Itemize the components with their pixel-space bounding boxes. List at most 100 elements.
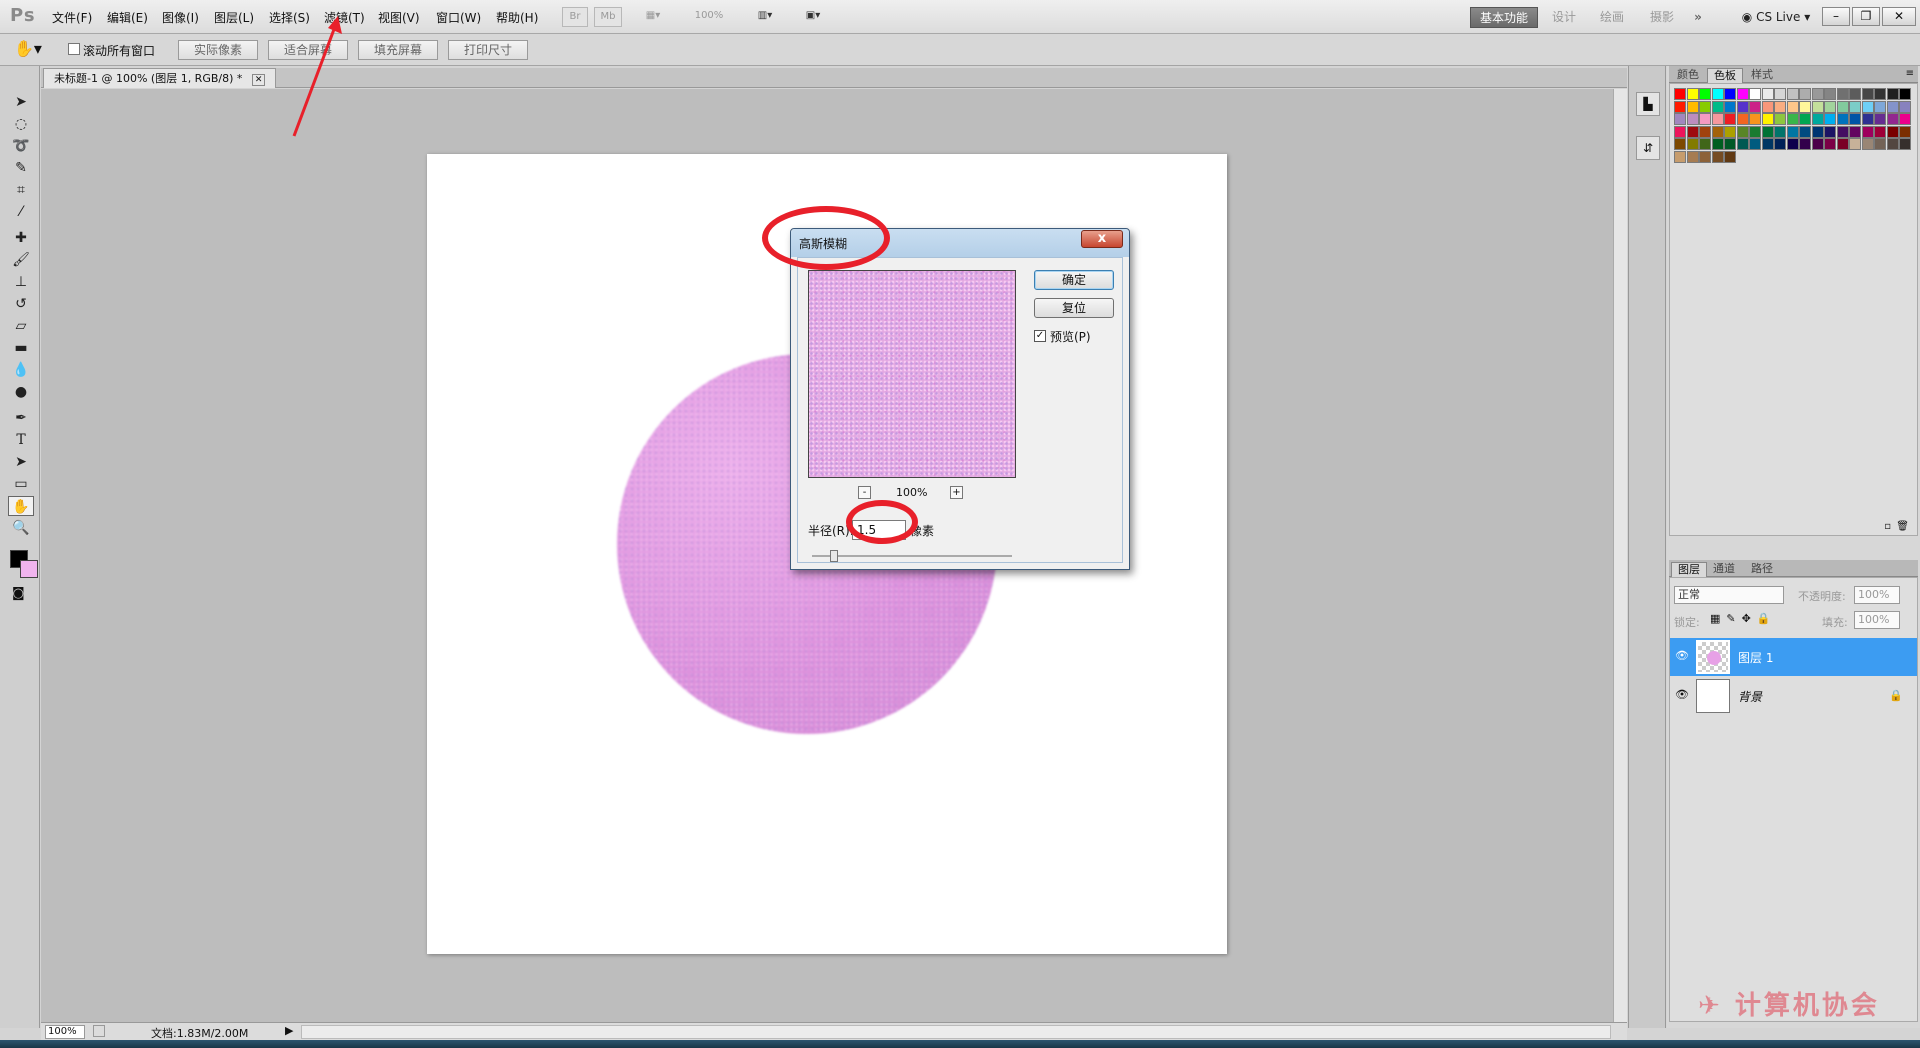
color-swatch[interactable] (1799, 113, 1811, 125)
color-swatch[interactable] (1874, 88, 1886, 100)
color-swatch[interactable] (1699, 125, 1711, 138)
lasso-tool-icon[interactable]: ➰ (8, 136, 34, 156)
color-swatch[interactable] (1686, 88, 1699, 100)
color-swatch[interactable] (1786, 125, 1799, 138)
close-app-button[interactable]: ✕ (1882, 7, 1916, 26)
zoom-level-select[interactable]: 100% (684, 7, 734, 27)
color-swatch[interactable] (1724, 138, 1736, 150)
menu-item-0[interactable]: 文件(F) (52, 9, 92, 26)
gradient-tool-icon[interactable]: ▬ (8, 338, 34, 358)
delete-swatch-icon[interactable]: 🗑 (1896, 521, 1909, 532)
dodge-tool-icon[interactable]: ● (8, 382, 34, 402)
color-swatch[interactable] (1686, 113, 1699, 125)
color-swatch[interactable] (1824, 113, 1836, 125)
zoom-readout[interactable]: 100% (45, 1025, 85, 1039)
radius-slider[interactable] (812, 550, 1012, 562)
history-icon[interactable]: ⇵ (1636, 136, 1660, 160)
color-swatch[interactable] (1736, 138, 1749, 150)
view-extras-icon[interactable]: ▦▾ (636, 7, 670, 27)
blur-tool-icon[interactable]: 💧 (8, 360, 34, 380)
color-swatch[interactable] (1836, 125, 1849, 138)
quick-selection-tool-icon[interactable]: ✎ (8, 158, 34, 178)
color-swatch[interactable] (1686, 138, 1699, 150)
arrange-documents-icon[interactable]: ▥▾ (748, 7, 782, 27)
color-swatch[interactable] (1674, 113, 1686, 125)
color-swatch[interactable] (1724, 125, 1736, 138)
color-swatch[interactable] (1686, 150, 1699, 163)
color-swatch[interactable] (1761, 113, 1774, 125)
color-swatch[interactable] (1736, 113, 1749, 125)
color-swatch[interactable] (1886, 88, 1899, 100)
panel-menu-icon[interactable]: ≡ (1906, 68, 1914, 79)
status-arrow-icon[interactable]: ▶ (285, 1024, 293, 1037)
mini-bridge-button[interactable]: Mb (594, 7, 622, 27)
print-size-button[interactable]: 打印尺寸 (448, 40, 528, 60)
color-swatch[interactable] (1849, 138, 1861, 150)
color-swatch[interactable] (1724, 150, 1736, 163)
color-swatch[interactable] (1886, 100, 1899, 113)
marquee-tool-icon[interactable]: ◌ (8, 114, 34, 134)
scroll-all-windows-checkbox[interactable] (68, 43, 80, 55)
fill-screen-button[interactable]: 填充屏幕 (358, 40, 438, 60)
menu-item-7[interactable]: 窗口(W) (436, 9, 481, 26)
brush-tool-icon[interactable]: 🖌 (8, 250, 34, 270)
color-swatch[interactable] (1899, 125, 1911, 138)
restore-button[interactable]: ❐ (1852, 7, 1880, 26)
color-swatch[interactable] (1699, 113, 1711, 125)
fill-input[interactable]: 100% (1854, 611, 1900, 629)
color-swatch[interactable] (1736, 88, 1749, 100)
move-tool-icon[interactable]: ➤ (8, 92, 34, 112)
blur-preview[interactable] (808, 270, 1016, 478)
color-swatch[interactable] (1774, 125, 1786, 138)
color-swatch[interactable] (1886, 138, 1899, 150)
color-swatch[interactable] (1836, 100, 1849, 113)
menu-item-2[interactable]: 图像(I) (162, 9, 199, 26)
color-swatch[interactable] (1836, 113, 1849, 125)
color-swatch[interactable] (1761, 125, 1774, 138)
status-menu-icon[interactable] (93, 1025, 105, 1037)
color-swatch[interactable] (1674, 100, 1686, 113)
color-swatch[interactable] (1699, 100, 1711, 113)
hand-tool-icon[interactable]: ✋ (8, 496, 34, 516)
reset-button[interactable]: 复位 (1034, 298, 1114, 318)
workspace-design-button[interactable]: 设计 (1546, 7, 1582, 28)
new-swatch-icon[interactable]: ▫ (1884, 521, 1891, 532)
workspace-essentials-button[interactable]: 基本功能 (1470, 7, 1538, 28)
color-swatch[interactable] (1874, 100, 1886, 113)
hand-tool-preset-icon[interactable]: ✋▾ (14, 39, 42, 58)
clone-stamp-tool-icon[interactable]: ⊥ (8, 272, 34, 292)
zoom-in-button[interactable]: + (950, 486, 963, 499)
ok-button[interactable]: 确定 (1034, 270, 1114, 290)
color-swatch[interactable] (1736, 100, 1749, 113)
color-swatch[interactable] (1749, 138, 1761, 150)
color-swatch[interactable] (1749, 125, 1761, 138)
background-color-swatch[interactable] (20, 560, 38, 578)
tab-layers[interactable]: 图层 (1671, 562, 1707, 577)
color-swatch[interactable] (1836, 88, 1849, 100)
color-swatch[interactable] (1811, 138, 1824, 150)
color-swatch[interactable] (1749, 88, 1761, 100)
color-swatch[interactable] (1724, 100, 1736, 113)
color-swatch[interactable] (1674, 88, 1686, 100)
color-swatch[interactable] (1874, 138, 1886, 150)
color-swatch[interactable] (1861, 113, 1874, 125)
color-swatch[interactable] (1799, 88, 1811, 100)
color-swatch[interactable] (1711, 150, 1724, 163)
color-swatch[interactable] (1674, 138, 1686, 150)
color-swatch[interactable] (1824, 100, 1836, 113)
color-swatch[interactable] (1886, 113, 1899, 125)
color-swatch[interactable] (1736, 125, 1749, 138)
bridge-button[interactable]: Br (562, 7, 588, 27)
shape-tool-icon[interactable]: ▭ (8, 474, 34, 494)
visibility-eye-icon[interactable]: 👁 (1674, 687, 1690, 703)
vertical-scrollbar[interactable] (1613, 89, 1627, 1022)
color-swatch[interactable] (1761, 100, 1774, 113)
color-swatch[interactable] (1849, 100, 1861, 113)
color-swatch[interactable] (1786, 100, 1799, 113)
color-swatch[interactable] (1874, 125, 1886, 138)
color-swatch[interactable] (1761, 138, 1774, 150)
color-swatch[interactable] (1899, 88, 1911, 100)
color-swatch[interactable] (1686, 125, 1699, 138)
histogram-icon[interactable]: ▙ (1636, 92, 1660, 116)
path-selection-tool-icon[interactable]: ➤ (8, 452, 34, 472)
